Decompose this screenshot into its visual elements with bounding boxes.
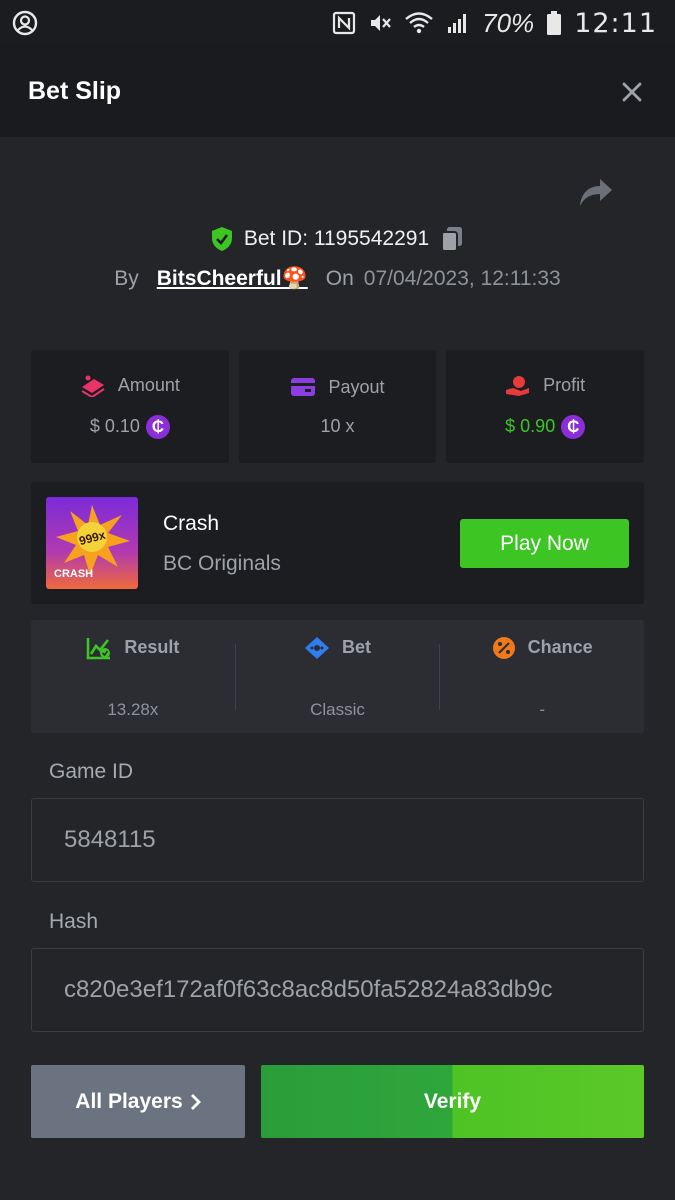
nfc-icon: [333, 11, 356, 35]
crash-game-thumbnail[interactable]: 999x CRASH: [46, 497, 138, 589]
coin-icon: ₵: [145, 414, 170, 439]
bet-type-column: Bet Classic: [234, 636, 440, 719]
mute-icon: [371, 15, 391, 31]
chart-check-icon: [87, 637, 111, 659]
page-title: Bet Slip: [28, 77, 122, 105]
chance-label: Chance: [527, 637, 593, 657]
result-column: Result 13.28x: [31, 637, 235, 719]
bet-date: 07/04/2023, 12:11:33: [363, 267, 561, 290]
percent-icon: [492, 636, 515, 659]
stat-label: Profit: [543, 375, 586, 395]
play-now-button[interactable]: Play Now: [460, 519, 629, 568]
card-icon: [291, 378, 316, 396]
game-card: 999x CRASH Crash BC Originals Play Now: [31, 482, 644, 604]
bet-value: Classic: [310, 699, 365, 719]
hash-field[interactable]: c820e3ef172af0f63c8ac8d50fa52824a83db9c: [31, 948, 644, 1032]
chance-value: -: [539, 699, 546, 719]
chevron-right-icon: [190, 1093, 201, 1110]
signal-icon: [448, 14, 467, 33]
stat-amount: Amount $ 0.10 ₵: [31, 350, 229, 463]
wifi-icon: [405, 12, 433, 34]
account-icon: [12, 10, 38, 36]
on-label: On: [325, 267, 354, 290]
bet-id: Bet ID: 1195542291: [243, 227, 430, 250]
share-icon[interactable]: [578, 176, 614, 210]
thumb-label: CRASH: [54, 568, 93, 580]
username-link[interactable]: BitsCheerful🍄: [157, 267, 308, 291]
hash-label: Hash: [49, 910, 99, 933]
game-name: Crash: [163, 512, 220, 535]
bet-details: Result 13.28x Bet Classic Chance -: [31, 620, 644, 733]
verify-button[interactable]: Verify: [261, 1065, 644, 1138]
bet-stats: Amount $ 0.10 ₵ Payout 10 x Profit $ 0.9…: [31, 350, 645, 463]
amount-icon: [81, 375, 105, 397]
bet-author-row: By BitsCheerful🍄 On 07/04/2023, 12:11:33: [0, 263, 675, 295]
battery-icon: [547, 11, 562, 35]
by-label: By: [114, 267, 139, 290]
bet-slip-header: Bet Slip: [0, 46, 675, 137]
bet-label: Bet: [342, 637, 372, 657]
chance-column: Chance -: [439, 636, 644, 719]
copy-icon[interactable]: [439, 225, 465, 253]
profit-icon: [506, 375, 530, 396]
stat-value: $ 0.10: [89, 416, 140, 436]
all-players-label: All Players: [75, 1089, 183, 1113]
coin-icon: ₵: [561, 414, 586, 439]
close-icon[interactable]: [617, 77, 647, 107]
game-id-label: Game ID: [49, 760, 134, 783]
stat-value: 10 x: [320, 415, 355, 436]
status-bar: 70% 12:11: [0, 0, 675, 46]
bet-id-row: Bet ID: 1195542291: [0, 222, 675, 256]
battery-percent: 70%: [482, 7, 535, 38]
verified-shield-icon: [211, 227, 232, 251]
stat-payout: Payout 10 x: [238, 350, 437, 463]
ticket-icon: [305, 636, 329, 659]
stat-label: Payout: [328, 376, 385, 397]
stat-profit: Profit $ 0.90 ₵: [446, 350, 645, 463]
result-value: 13.28x: [107, 699, 159, 719]
all-players-button[interactable]: All Players: [31, 1065, 245, 1138]
stat-value: $ 0.90: [505, 416, 556, 436]
game-provider: BC Originals: [163, 552, 281, 575]
game-id-field[interactable]: 5848115: [31, 798, 644, 882]
result-label: Result: [124, 637, 180, 657]
clock: 12:11: [574, 7, 657, 39]
stat-label: Amount: [117, 375, 180, 395]
